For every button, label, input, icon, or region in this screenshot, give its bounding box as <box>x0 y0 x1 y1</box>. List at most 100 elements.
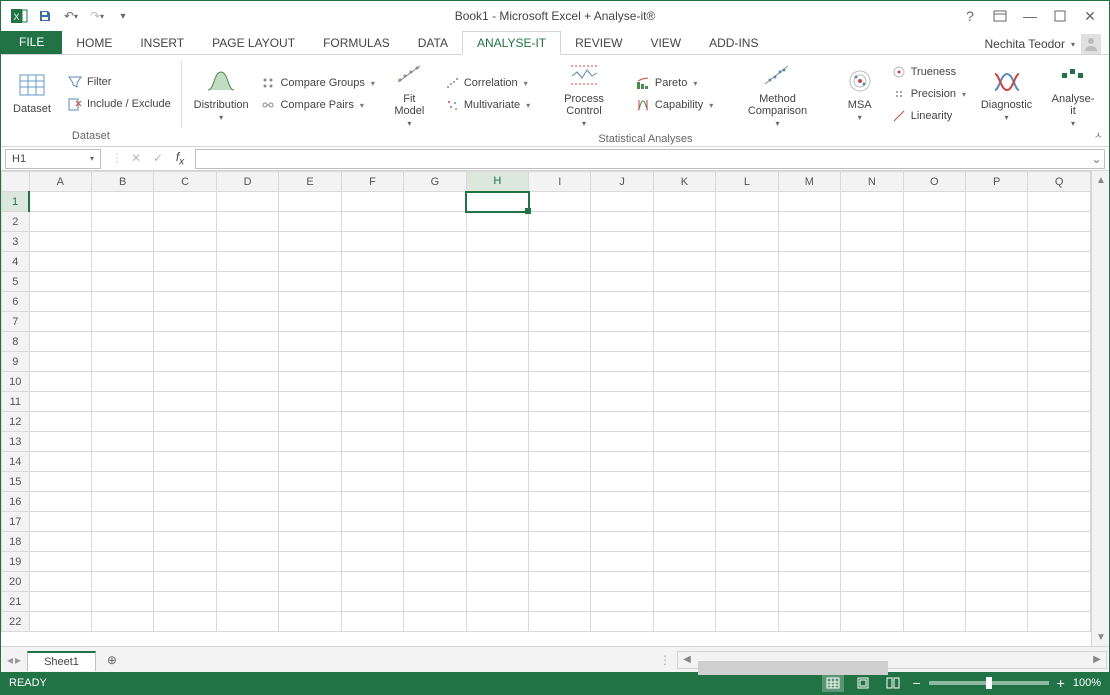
cell-F21[interactable] <box>341 592 403 612</box>
fit-model-button[interactable]: Fit Model▾ <box>381 57 438 131</box>
cell-E15[interactable] <box>279 472 341 492</box>
column-header-J[interactable]: J <box>591 172 653 192</box>
cell-P21[interactable] <box>965 592 1027 612</box>
cell-E4[interactable] <box>279 252 341 272</box>
cell-M6[interactable] <box>778 292 840 312</box>
cell-C4[interactable] <box>154 252 216 272</box>
cell-C11[interactable] <box>154 392 216 412</box>
cell-B10[interactable] <box>92 372 154 392</box>
cell-E8[interactable] <box>279 332 341 352</box>
cell-M10[interactable] <box>778 372 840 392</box>
cell-B14[interactable] <box>92 452 154 472</box>
cell-D7[interactable] <box>216 312 278 332</box>
cell-H7[interactable] <box>466 312 528 332</box>
normal-view-button[interactable] <box>822 674 844 692</box>
cell-J11[interactable] <box>591 392 653 412</box>
maximize-button[interactable] <box>1047 6 1073 26</box>
cell-G15[interactable] <box>404 472 466 492</box>
column-header-O[interactable]: O <box>903 172 965 192</box>
cell-O8[interactable] <box>903 332 965 352</box>
cell-N15[interactable] <box>841 472 903 492</box>
cell-B8[interactable] <box>92 332 154 352</box>
diagnostic-button[interactable]: Diagnostic▾ <box>975 63 1038 125</box>
cell-P11[interactable] <box>965 392 1027 412</box>
cell-J10[interactable] <box>591 372 653 392</box>
column-header-D[interactable]: D <box>216 172 278 192</box>
cell-F6[interactable] <box>341 292 403 312</box>
column-header-M[interactable]: M <box>778 172 840 192</box>
spreadsheet-grid[interactable]: ABCDEFGHIJKLMNOPQ12345678910111213141516… <box>1 171 1091 646</box>
cell-K11[interactable] <box>653 392 715 412</box>
cell-M1[interactable] <box>778 192 840 212</box>
cell-P16[interactable] <box>965 492 1027 512</box>
tab-scroll-splitter[interactable]: ⋮ <box>653 653 677 667</box>
cell-P12[interactable] <box>965 412 1027 432</box>
cell-L6[interactable] <box>716 292 778 312</box>
zoom-out-button[interactable]: − <box>912 675 920 691</box>
cell-P13[interactable] <box>965 432 1027 452</box>
cell-N8[interactable] <box>841 332 903 352</box>
row-header-12[interactable]: 12 <box>2 412 30 432</box>
cell-C6[interactable] <box>154 292 216 312</box>
cell-G16[interactable] <box>404 492 466 512</box>
cell-K3[interactable] <box>653 232 715 252</box>
cell-J7[interactable] <box>591 312 653 332</box>
cell-M17[interactable] <box>778 512 840 532</box>
trueness-button[interactable]: Trueness <box>887 62 970 82</box>
cell-P3[interactable] <box>965 232 1027 252</box>
cell-J6[interactable] <box>591 292 653 312</box>
cell-B13[interactable] <box>92 432 154 452</box>
cell-K9[interactable] <box>653 352 715 372</box>
compare-groups-button[interactable]: Compare Groups▾ <box>256 73 378 93</box>
cell-B7[interactable] <box>92 312 154 332</box>
row-header-18[interactable]: 18 <box>2 532 30 552</box>
cell-C7[interactable] <box>154 312 216 332</box>
column-header-B[interactable]: B <box>92 172 154 192</box>
cell-A8[interactable] <box>29 332 91 352</box>
row-header-3[interactable]: 3 <box>2 232 30 252</box>
cell-N12[interactable] <box>841 412 903 432</box>
cell-I2[interactable] <box>529 212 591 232</box>
cell-F1[interactable] <box>341 192 403 212</box>
cell-H9[interactable] <box>466 352 528 372</box>
cell-F3[interactable] <box>341 232 403 252</box>
cell-C19[interactable] <box>154 552 216 572</box>
cell-Q20[interactable] <box>1028 572 1091 592</box>
cell-K1[interactable] <box>653 192 715 212</box>
cell-L8[interactable] <box>716 332 778 352</box>
cell-F10[interactable] <box>341 372 403 392</box>
cell-M13[interactable] <box>778 432 840 452</box>
hscroll-thumb[interactable] <box>698 661 888 675</box>
cell-N6[interactable] <box>841 292 903 312</box>
cell-H17[interactable] <box>466 512 528 532</box>
cell-Q6[interactable] <box>1028 292 1091 312</box>
linearity-button[interactable]: Linearity <box>887 106 970 126</box>
cell-H12[interactable] <box>466 412 528 432</box>
row-header-11[interactable]: 11 <box>2 392 30 412</box>
tab-page-layout[interactable]: PAGE LAYOUT <box>198 32 309 54</box>
cell-M21[interactable] <box>778 592 840 612</box>
help-button[interactable]: ? <box>957 6 983 26</box>
cell-A4[interactable] <box>29 252 91 272</box>
cell-D10[interactable] <box>216 372 278 392</box>
name-box[interactable]: H1 ▾ <box>5 149 101 169</box>
cell-M20[interactable] <box>778 572 840 592</box>
cell-A10[interactable] <box>29 372 91 392</box>
cell-H22[interactable] <box>466 612 528 632</box>
cell-E7[interactable] <box>279 312 341 332</box>
row-header-14[interactable]: 14 <box>2 452 30 472</box>
row-header-6[interactable]: 6 <box>2 292 30 312</box>
cell-E17[interactable] <box>279 512 341 532</box>
cell-D22[interactable] <box>216 612 278 632</box>
cell-K22[interactable] <box>653 612 715 632</box>
undo-button[interactable]: ↶▾ <box>59 4 83 28</box>
cell-P10[interactable] <box>965 372 1027 392</box>
cell-Q18[interactable] <box>1028 532 1091 552</box>
cell-D19[interactable] <box>216 552 278 572</box>
cell-J22[interactable] <box>591 612 653 632</box>
cell-F7[interactable] <box>341 312 403 332</box>
cell-C13[interactable] <box>154 432 216 452</box>
cell-N4[interactable] <box>841 252 903 272</box>
multivariate-button[interactable]: Multivariate▾ <box>440 95 534 115</box>
cell-K7[interactable] <box>653 312 715 332</box>
